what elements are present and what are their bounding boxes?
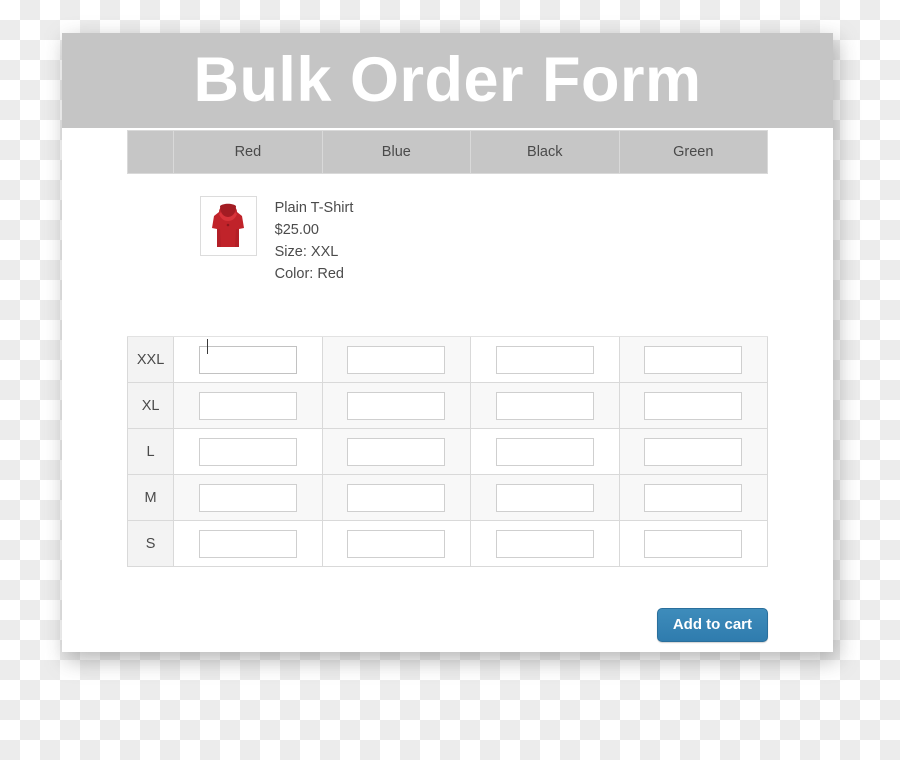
qty-cell-s-black[interactable] bbox=[470, 520, 620, 567]
qty-input-xxl-red[interactable] bbox=[198, 345, 297, 374]
qty-input-l-red[interactable] bbox=[198, 437, 297, 466]
qty-input-s-black[interactable] bbox=[495, 529, 594, 558]
qty-cell-xl-green[interactable] bbox=[618, 382, 768, 429]
qty-cell-m-red[interactable] bbox=[173, 474, 323, 521]
qty-input-m-black[interactable] bbox=[495, 483, 594, 512]
qty-input-xxl-black[interactable] bbox=[495, 345, 594, 374]
qty-cell-xxl-black[interactable] bbox=[470, 336, 620, 383]
qty-input-s-blue[interactable] bbox=[347, 529, 446, 558]
product-summary-cell: Plain T-Shirt $25.00 Size: XXL Color: Re… bbox=[173, 173, 768, 337]
product-details: Plain T-Shirt $25.00 Size: XXL Color: Re… bbox=[275, 196, 354, 285]
table-row: S bbox=[126, 520, 768, 567]
size-label-xxl: XXL bbox=[126, 336, 175, 383]
red-hooded-tank-top-icon bbox=[212, 203, 245, 247]
qty-cell-xxl-green[interactable] bbox=[618, 336, 768, 383]
qty-input-m-red[interactable] bbox=[198, 483, 297, 512]
qty-cell-m-black[interactable] bbox=[470, 474, 620, 521]
card-body: Red Blue Black Green Plain T-Shirt $25.0… bbox=[62, 128, 833, 652]
qty-cell-s-green[interactable] bbox=[618, 520, 768, 567]
qty-cell-l-blue[interactable] bbox=[321, 428, 472, 475]
page-title: Bulk Order Form bbox=[193, 45, 702, 115]
qty-cell-m-blue[interactable] bbox=[321, 474, 472, 521]
qty-cell-xxl-red[interactable] bbox=[173, 336, 323, 383]
add-to-cart-button[interactable]: Add to cart bbox=[656, 608, 768, 642]
column-header-red[interactable]: Red bbox=[173, 130, 323, 174]
qty-input-l-black[interactable] bbox=[495, 437, 594, 466]
qty-input-xl-red[interactable] bbox=[198, 391, 297, 420]
qty-input-xl-green[interactable] bbox=[644, 391, 743, 420]
table-header-row: Red Blue Black Green bbox=[126, 130, 768, 174]
form-header: Bulk Order Form bbox=[62, 33, 833, 128]
qty-input-l-green[interactable] bbox=[644, 437, 743, 466]
qty-input-m-blue[interactable] bbox=[347, 483, 446, 512]
qty-input-xl-blue[interactable] bbox=[347, 391, 446, 420]
size-label-xl: XL bbox=[126, 382, 175, 429]
qty-input-s-green[interactable] bbox=[644, 529, 743, 558]
qty-cell-xl-blue[interactable] bbox=[321, 382, 472, 429]
product-name: Plain T-Shirt bbox=[274, 200, 354, 216]
bulk-order-form-card: Bulk Order Form Red Blue Black Green Pla… bbox=[62, 33, 833, 652]
qty-cell-s-red[interactable] bbox=[173, 520, 323, 567]
column-header-green[interactable]: Green bbox=[618, 130, 768, 174]
table-row: XXL bbox=[126, 336, 768, 383]
table-row: L bbox=[126, 428, 768, 475]
qty-input-l-blue[interactable] bbox=[347, 437, 446, 466]
qty-input-xxl-blue[interactable] bbox=[347, 345, 446, 374]
qty-cell-xl-black[interactable] bbox=[470, 382, 620, 429]
qty-input-xl-black[interactable] bbox=[495, 391, 594, 420]
text-caret bbox=[206, 338, 208, 354]
product-thumbnail bbox=[199, 196, 257, 256]
qty-cell-l-green[interactable] bbox=[618, 428, 768, 475]
qty-input-xxl-green[interactable] bbox=[644, 345, 743, 374]
size-label-l: L bbox=[126, 428, 175, 475]
table-corner-cell bbox=[126, 130, 175, 174]
qty-input-s-red[interactable] bbox=[198, 529, 297, 558]
qty-input-m-green[interactable] bbox=[644, 483, 743, 512]
size-label-s: S bbox=[126, 520, 175, 567]
product-row-spacer bbox=[127, 173, 174, 337]
size-label-m: M bbox=[126, 474, 175, 521]
qty-cell-l-red[interactable] bbox=[173, 428, 323, 475]
table-row: XL bbox=[126, 382, 768, 429]
qty-cell-s-blue[interactable] bbox=[321, 520, 472, 567]
product-size: Size: XXL bbox=[274, 244, 339, 261]
column-header-black[interactable]: Black bbox=[470, 130, 620, 174]
product-price: $25.00 bbox=[274, 222, 319, 239]
column-header-blue[interactable]: Blue bbox=[321, 130, 472, 174]
qty-cell-xxl-blue[interactable] bbox=[321, 336, 472, 383]
product-summary-row: Plain T-Shirt $25.00 Size: XXL Color: Re… bbox=[127, 173, 768, 337]
qty-cell-xl-red[interactable] bbox=[173, 382, 323, 429]
bulk-order-table: Red Blue Black Green Plain T-Shirt $25.0… bbox=[126, 130, 768, 567]
qty-cell-l-black[interactable] bbox=[470, 428, 620, 475]
qty-cell-m-green[interactable] bbox=[618, 474, 768, 521]
form-footer: Add to cart bbox=[127, 608, 768, 642]
product-color: Color: Red bbox=[274, 266, 344, 283]
table-row: M bbox=[126, 474, 768, 521]
